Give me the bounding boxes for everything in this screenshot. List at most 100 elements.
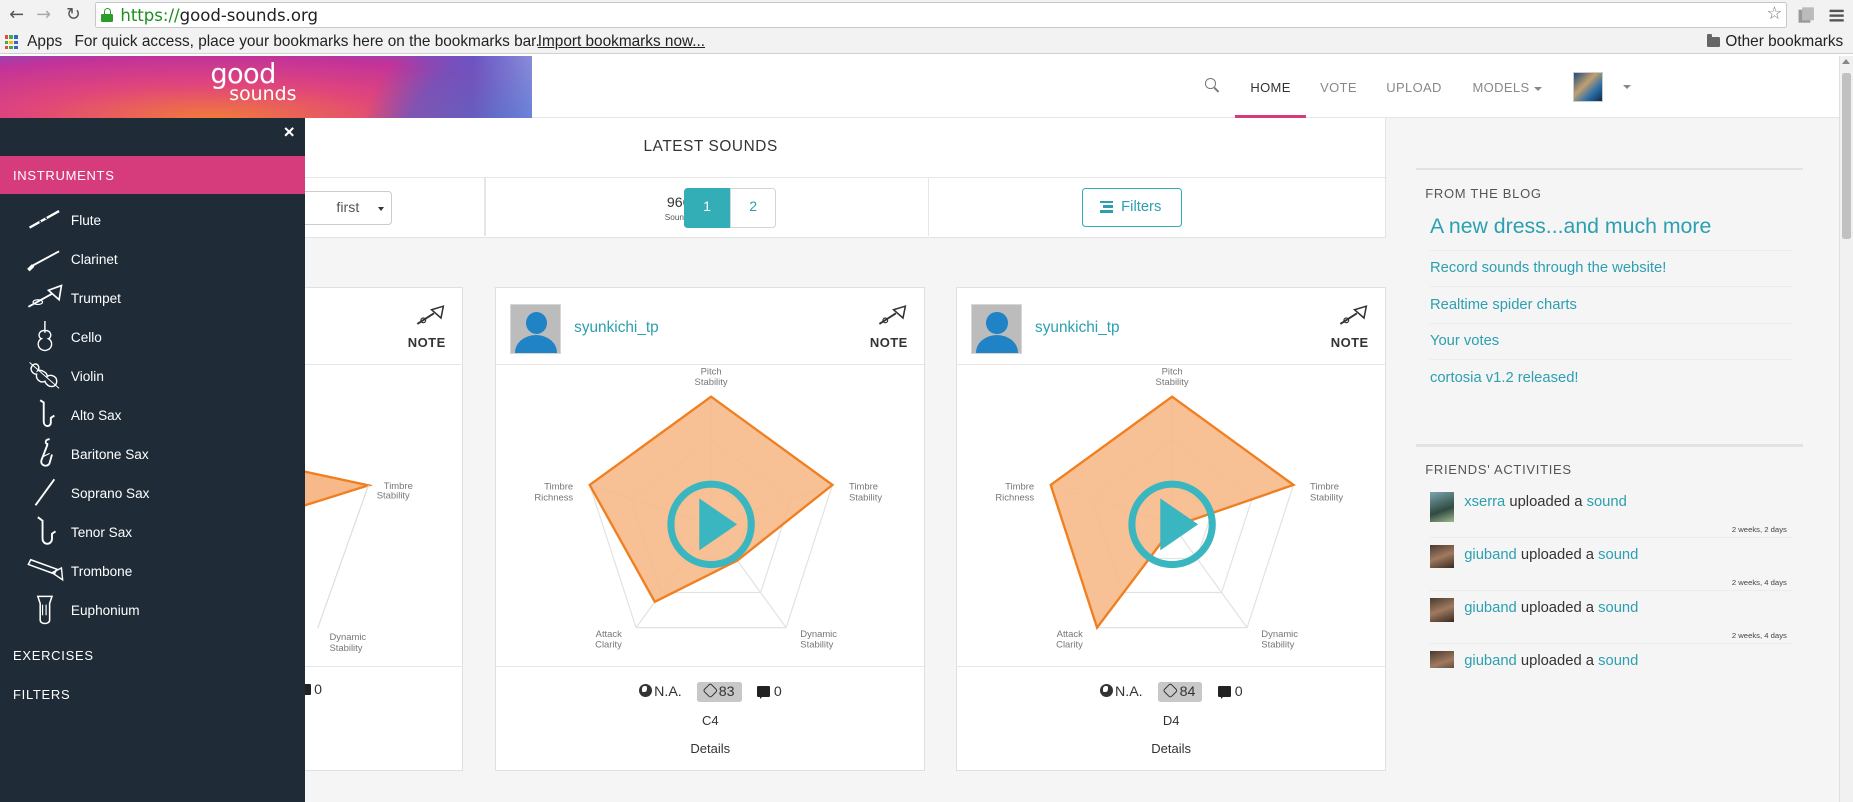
instrument-label: Violin xyxy=(70,368,104,384)
instrument-cello[interactable]: Cello xyxy=(0,318,305,357)
page-2-button[interactable]: 2 xyxy=(730,187,777,229)
nav-models[interactable]: MODELS xyxy=(1473,80,1543,95)
avatar[interactable] xyxy=(510,303,562,355)
tag-icon xyxy=(1163,683,1179,699)
sound-type: NOTE xyxy=(407,335,446,351)
radar-axis-label: Clarity xyxy=(595,640,622,651)
score-value: 83 xyxy=(718,683,735,700)
instrument-euphonium[interactable]: Euphonium xyxy=(0,591,305,630)
other-bookmarks[interactable]: Other bookmarks xyxy=(1725,33,1843,51)
comments-value: 0 xyxy=(1234,683,1243,700)
trombone-icon xyxy=(27,559,64,582)
nav-home[interactable]: HOME xyxy=(1250,80,1290,95)
search-icon[interactable] xyxy=(1205,77,1220,93)
close-icon[interactable]: × xyxy=(284,122,295,144)
instruments-header[interactable]: INSTRUMENTS xyxy=(0,155,305,194)
radar-series-area xyxy=(588,395,835,604)
details-link[interactable]: Details xyxy=(496,741,924,756)
sort-select-value: first xyxy=(336,199,360,216)
instrument-baritone-sax[interactable]: Baritone Sax xyxy=(0,435,305,474)
blog-post-link[interactable]: Record sounds through the website! xyxy=(1429,251,1792,288)
radar-axis-label: Attack xyxy=(596,629,623,640)
user-menu-chevron-icon[interactable] xyxy=(1622,85,1631,90)
activity-time: 2 weeks, 2 days xyxy=(1731,524,1787,534)
apps-link[interactable]: Apps xyxy=(27,33,62,51)
tenor-sax-icon xyxy=(37,516,57,545)
forward-icon[interactable]: → xyxy=(32,4,56,28)
sound-user-link[interactable]: syunkichi_tp xyxy=(1035,319,1120,337)
blog-title: FROM THE BLOG xyxy=(1425,185,1542,201)
bookmark-star-icon[interactable]: ☆ xyxy=(1766,3,1782,24)
blog-post-link[interactable]: Realtime spider charts xyxy=(1429,287,1792,324)
address-bar[interactable]: https://good-sounds.org ☆ xyxy=(94,2,1787,29)
radar-axis-label: Stability xyxy=(849,492,882,503)
instrument-trombone[interactable]: Trombone xyxy=(0,552,305,591)
menu-icon[interactable] xyxy=(1826,5,1847,26)
site-logo[interactable]: good sounds xyxy=(210,61,296,103)
filters-button[interactable]: Filters xyxy=(1082,187,1182,227)
blog-post-link[interactable]: A new dress...and much more xyxy=(1429,208,1792,251)
filters-button-label: Filters xyxy=(1121,198,1162,215)
friend-object-link[interactable]: sound xyxy=(1598,547,1638,563)
instrument-trumpet[interactable]: Trumpet xyxy=(0,279,305,318)
details-link[interactable]: Details xyxy=(957,741,1385,756)
friend-user-link[interactable]: giuband xyxy=(1464,600,1517,616)
blog-post-link[interactable]: Your votes xyxy=(1429,324,1792,361)
radar-chart[interactable]: PitchStabilityTimbreStabilityDynamicStab… xyxy=(496,366,926,666)
note-name: C4 xyxy=(701,713,719,729)
filter-list-icon xyxy=(1099,200,1113,213)
extension-icon[interactable] xyxy=(1795,5,1816,26)
friend-object-link[interactable]: sound xyxy=(1598,600,1638,616)
filters-link[interactable]: FILTERS xyxy=(13,687,70,702)
avatar[interactable] xyxy=(1429,597,1454,622)
avatar[interactable] xyxy=(1429,544,1454,569)
clarinet-icon xyxy=(27,250,60,272)
quality-value: N.A. xyxy=(654,683,682,700)
list-item: xserra uploaded a sound 2 weeks, 2 days xyxy=(1429,485,1792,538)
friend-object-link[interactable]: sound xyxy=(1598,653,1638,667)
radar-axis-label: Stability xyxy=(695,377,728,388)
blog-section: FROM THE BLOG A new dress...and much mor… xyxy=(1415,167,1804,397)
exercises-link[interactable]: EXERCISES xyxy=(13,648,94,663)
page-1-button[interactable]: 1 xyxy=(684,187,731,229)
avatar[interactable] xyxy=(1429,491,1454,523)
sound-type: NOTE xyxy=(869,335,908,351)
chevron-down-icon xyxy=(1534,86,1543,92)
friend-user-link[interactable]: giuband xyxy=(1464,653,1517,667)
friend-user-link[interactable]: giuband xyxy=(1464,547,1517,563)
friend-user-link[interactable]: xserra xyxy=(1464,494,1505,510)
bookmarks-bar: Apps For quick access, place your bookma… xyxy=(0,30,1853,55)
avatar[interactable] xyxy=(1429,651,1454,668)
radar-chart[interactable]: PitchStabilityTimbreStabilityDynamicStab… xyxy=(957,366,1387,666)
avatar[interactable] xyxy=(1572,72,1603,102)
euphonium-icon xyxy=(36,595,54,625)
instrument-tenor-sax[interactable]: Tenor Sax xyxy=(0,513,305,552)
instrument-label: Alto Sax xyxy=(70,407,122,423)
instrument-clarinet[interactable]: Clarinet xyxy=(0,240,305,279)
nav-upload[interactable]: UPLOAD xyxy=(1386,80,1442,95)
trumpet-icon xyxy=(878,304,907,325)
instrument-label: Baritone Sax xyxy=(70,446,149,462)
baritone-sax-icon xyxy=(40,438,53,467)
instrument-violin[interactable]: Violin xyxy=(0,357,305,396)
instrument-alto-sax[interactable]: Alto Sax xyxy=(0,396,305,435)
blog-post-link[interactable]: cortosia v1.2 released! xyxy=(1430,360,1792,397)
friends-activities: FRIENDS' ACTIVITIES xserra uploaded a so… xyxy=(1415,444,1804,668)
instrument-label: Trumpet xyxy=(70,290,121,306)
radar-axis-label: Timbre xyxy=(544,482,573,493)
instrument-soprano-sax[interactable]: Soprano Sax xyxy=(0,474,305,513)
friends-title: FRIENDS' ACTIVITIES xyxy=(1425,462,1572,478)
reload-icon[interactable]: ↻ xyxy=(61,4,85,28)
apps-icon[interactable] xyxy=(4,35,19,50)
quality-value: N.A. xyxy=(1115,683,1143,700)
instrument-flute[interactable]: Flute xyxy=(0,201,305,240)
radar-axis-label: Attack xyxy=(1057,629,1084,640)
lock-icon xyxy=(101,8,114,23)
import-bookmarks-link[interactable]: Import bookmarks now... xyxy=(538,33,705,51)
nav-vote[interactable]: VOTE xyxy=(1320,80,1357,95)
back-icon[interactable]: ← xyxy=(5,4,29,28)
friend-object-link[interactable]: sound xyxy=(1587,494,1627,510)
avatar[interactable] xyxy=(971,303,1023,355)
page-scrollbar[interactable] xyxy=(1838,55,1853,802)
sound-user-link[interactable]: syunkichi_tp xyxy=(574,319,659,337)
